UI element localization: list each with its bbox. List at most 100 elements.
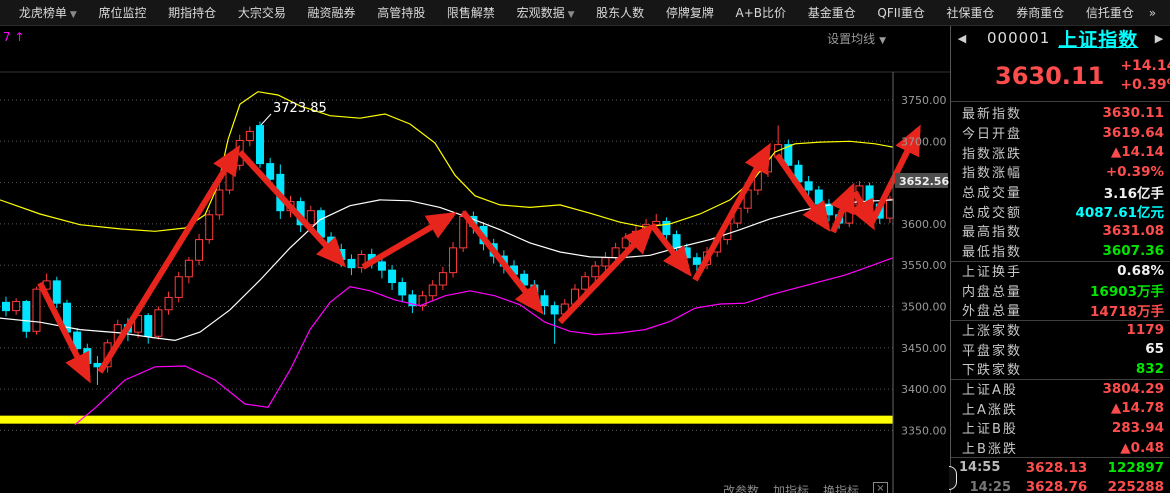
support-band xyxy=(0,416,893,424)
y-axis-label: 3750.00 xyxy=(901,94,947,107)
quote-row-value: ▲14.14 xyxy=(1111,144,1164,160)
ma-settings-label: 设置均线 xyxy=(827,32,875,46)
price-change-pct: +0.39% xyxy=(1120,77,1170,93)
tick-row: 14:553628.13122897 xyxy=(951,458,1170,478)
menu-item[interactable]: 高管持股 xyxy=(366,4,436,21)
price-change: +14.14 xyxy=(1120,58,1170,74)
quote-row: 下跌家数 832 xyxy=(951,359,1170,379)
quote-row: 上涨家数 1179 xyxy=(951,320,1170,340)
quote-rows: 最新指数3630.11今日开盘3619.64指数涨跌▲14.14指数涨幅+0.3… xyxy=(951,103,1170,457)
menu-item[interactable]: 券商重仓 xyxy=(1005,4,1075,21)
quote-row: 内盘总量 16903万手 xyxy=(951,280,1170,300)
quote-row-value: 3607.36 xyxy=(1103,243,1165,259)
chevron-down-icon: ▼ xyxy=(70,10,77,20)
menu-item[interactable]: 龙虎榜单▼ xyxy=(8,4,88,21)
chart-canvas[interactable]: 3723.853750.003700.003650.003600.003550.… xyxy=(0,50,950,493)
tick-volume: 122897 xyxy=(1102,460,1164,476)
trend-arrow xyxy=(560,228,650,322)
menu-item[interactable]: 信托重仓 xyxy=(1075,4,1145,21)
candlestick-chart[interactable]: 3723.853750.003700.003650.003600.003550.… xyxy=(0,50,950,493)
price-block: 3630.11 +14.14 +0.39% xyxy=(951,50,1170,102)
tick-time: 14:55 xyxy=(959,460,1011,475)
quote-row: 上证A股3804.29 xyxy=(951,379,1170,399)
quote-row-value: 283.94 xyxy=(1112,420,1164,436)
quote-row: 上B涨跌▲0.48 xyxy=(951,438,1170,458)
trend-arrow xyxy=(463,212,540,310)
quote-row: 指数涨幅+0.39% xyxy=(951,162,1170,182)
ma-period-label: 7 ↑ xyxy=(3,30,25,44)
menu-item[interactable]: 期指持仓 xyxy=(157,4,227,21)
y-axis-label: 3500.00 xyxy=(901,301,947,314)
quote-row: 最低指数 3607.36 xyxy=(951,241,1170,261)
y-axis-label: 3550.00 xyxy=(901,259,947,272)
stock-name[interactable]: 上证指数 xyxy=(1058,25,1152,52)
next-stock-icon[interactable]: ▶ xyxy=(1152,32,1166,45)
quote-header: ◀ 000001 上证指数 ▶ xyxy=(951,26,1170,50)
quote-row: 平盘家数65 xyxy=(951,339,1170,359)
quote-row-value: 3631.08 xyxy=(1103,223,1165,239)
prev-stock-icon[interactable]: ◀ xyxy=(955,32,969,45)
quote-row-label: 最高指数 xyxy=(962,221,1022,240)
y-axis-label: 3700.00 xyxy=(901,135,947,148)
quote-row-value: 14718万手 xyxy=(1090,300,1164,320)
chart-bottom-links: 改参数 加指标 换指标 × xyxy=(0,482,950,493)
trend-arrow xyxy=(695,148,768,280)
menu-item[interactable]: 大宗交易 xyxy=(227,4,297,21)
trend-arrow xyxy=(40,283,88,378)
quote-row-value: +0.39% xyxy=(1106,164,1164,180)
chevron-down-icon: ▼ xyxy=(879,36,886,46)
quote-row-label: 上B涨跌 xyxy=(962,438,1018,457)
quote-row: 今日开盘 3619.64 xyxy=(951,123,1170,143)
menu-item[interactable]: 基金重仓 xyxy=(797,4,867,21)
trend-arrow xyxy=(363,215,452,267)
quote-row-value: ▲14.78 xyxy=(1111,400,1164,416)
close-indicator-icon[interactable]: × xyxy=(873,482,888,493)
quote-row: 上A涨跌▲14.78 xyxy=(951,398,1170,418)
menu-item[interactable]: 停牌复牌 xyxy=(655,4,725,21)
chart-region: 7 ↑ 设置均线▼ 3723.853750.003700.003650.0036… xyxy=(0,26,950,493)
quote-row: 上证换手0.68% xyxy=(951,261,1170,281)
ma-settings-dropdown[interactable]: 设置均线 ▼ xyxy=(827,30,886,47)
quote-row-label: 最新指数 xyxy=(962,103,1022,122)
quote-row-value: 1179 xyxy=(1126,322,1164,338)
chevron-down-icon: ▼ xyxy=(568,10,575,20)
tick-time: 14:25 xyxy=(959,480,1011,493)
quote-row: 总成交量3.16亿手 xyxy=(951,182,1170,202)
menu-item[interactable]: 限售解禁 xyxy=(436,4,506,21)
menu-item[interactable]: 宏观数据▼ xyxy=(506,4,586,21)
menu-item[interactable]: 席位监控 xyxy=(88,4,158,21)
menu-item[interactable]: 融资融券 xyxy=(297,4,367,21)
quote-row-label: 外盘总量 xyxy=(962,300,1022,319)
menu-item[interactable]: QFII重仓 xyxy=(867,4,936,21)
quote-row-label: 指数涨跌 xyxy=(962,143,1022,162)
quote-row-label: 今日开盘 xyxy=(962,123,1022,142)
menu-more-icon[interactable]: » xyxy=(1145,6,1160,20)
ma-line-lower-band xyxy=(75,258,893,425)
y-axis-label: 3600.00 xyxy=(901,218,947,231)
add-indicator-link[interactable]: 加指标 xyxy=(773,482,809,493)
quote-row-value: 3619.64 xyxy=(1103,125,1165,141)
quote-row-value: 3.16亿手 xyxy=(1104,182,1164,202)
tick-list[interactable]: 14:553628.1312289714:253628.76225288 xyxy=(951,457,1170,493)
quote-row-value: 16903万手 xyxy=(1090,280,1164,300)
switch-indicator-link[interactable]: 换指标 xyxy=(823,482,859,493)
quote-row-label: 最低指数 xyxy=(962,241,1022,260)
quote-row: 最高指数 3631.08 xyxy=(951,221,1170,241)
change-params-link[interactable]: 改参数 xyxy=(723,482,759,493)
quote-row-value: 832 xyxy=(1136,361,1164,377)
quote-row: 指数涨跌 ▲14.14 xyxy=(951,142,1170,162)
quote-row: 总成交额4087.61亿元 xyxy=(951,201,1170,221)
trend-arrow xyxy=(100,150,237,372)
menu-item[interactable]: A+B比价 xyxy=(725,4,797,21)
quote-row: 外盘总量 14718万手 xyxy=(951,300,1170,320)
quote-row-label: 上涨家数 xyxy=(962,320,1022,339)
menu-bar: 龙虎榜单▼席位监控期指持仓大宗交易融资融券高管持股限售解禁宏观数据▼股东人数停牌… xyxy=(0,0,1170,26)
trading-app-window: 龙虎榜单▼席位监控期指持仓大宗交易融资融券高管持股限售解禁宏观数据▼股东人数停牌… xyxy=(0,0,1170,493)
quote-row-label: 下跌家数 xyxy=(962,359,1022,378)
menu-item[interactable]: 社保重仓 xyxy=(936,4,1006,21)
quote-row-label: 上证A股 xyxy=(962,379,1018,398)
menu-item[interactable]: 股东人数 xyxy=(585,4,655,21)
tick-volume: 225288 xyxy=(1102,479,1164,493)
quote-row-label: 内盘总量 xyxy=(962,281,1022,300)
tick-row: 14:253628.76225288 xyxy=(951,478,1170,493)
